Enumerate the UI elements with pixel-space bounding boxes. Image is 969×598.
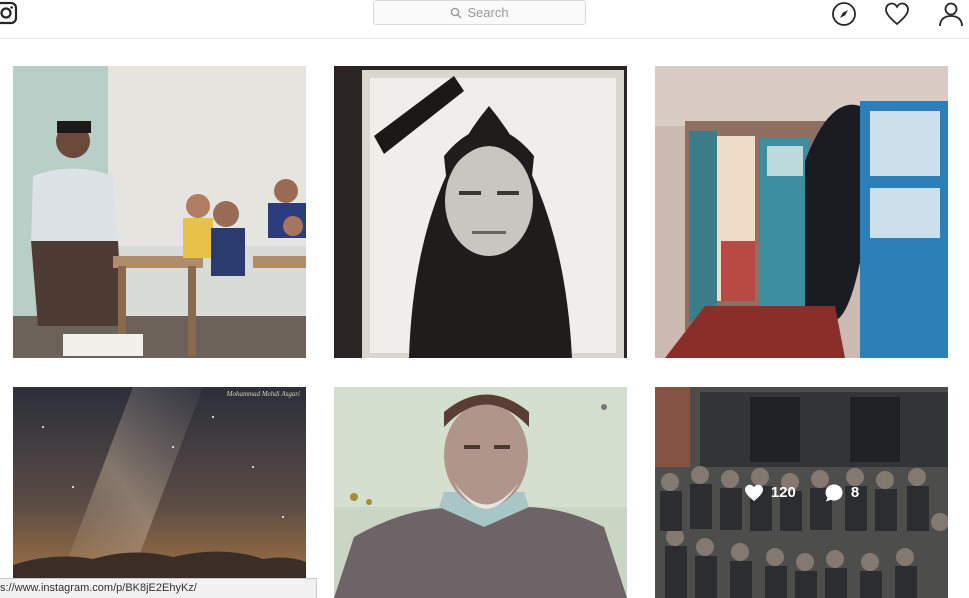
search-icon <box>451 7 462 18</box>
browser-status-bar: s://www.instagram.com/p/BK8jE2EhyKz/ <box>0 578 317 598</box>
status-url: s://www.instagram.com/p/BK8jE2EhyKz/ <box>0 582 197 594</box>
post-image <box>13 387 306 598</box>
comment-bubble-icon <box>825 484 843 501</box>
search-input[interactable]: Search <box>373 0 586 25</box>
post-thumbnail-old-man[interactable] <box>334 387 627 598</box>
post-thumbnail-doorway[interactable] <box>655 66 948 358</box>
heart-icon[interactable] <box>884 1 910 27</box>
instagram-logo-icon[interactable] <box>0 1 18 25</box>
post-thumbnail-portrait-woman[interactable] <box>334 66 627 358</box>
post-thumbnail-classroom[interactable] <box>13 66 306 358</box>
top-navigation-bar: Search <box>0 0 969 39</box>
comments-stat: 8 <box>824 483 859 503</box>
post-thumbnail-class-group[interactable]: 120 8 <box>655 387 948 598</box>
search-placeholder: Search <box>467 5 509 20</box>
post-image <box>655 66 948 358</box>
post-thumbnail-milky-way[interactable]: Mohammad Mehdi Asgari <box>13 387 306 598</box>
post-image <box>13 66 306 358</box>
likes-stat: 120 <box>744 483 796 503</box>
user-icon[interactable] <box>938 1 964 27</box>
post-image <box>334 66 627 358</box>
hover-overlay[interactable]: 120 8 <box>655 387 948 598</box>
compass-icon[interactable] <box>831 1 857 27</box>
likes-count: 120 <box>770 484 796 501</box>
post-image <box>334 387 627 598</box>
photo-watermark: Mohammad Mehdi Asgari <box>226 390 300 398</box>
comments-count: 8 <box>850 484 860 501</box>
heart-filled-icon <box>744 484 763 501</box>
